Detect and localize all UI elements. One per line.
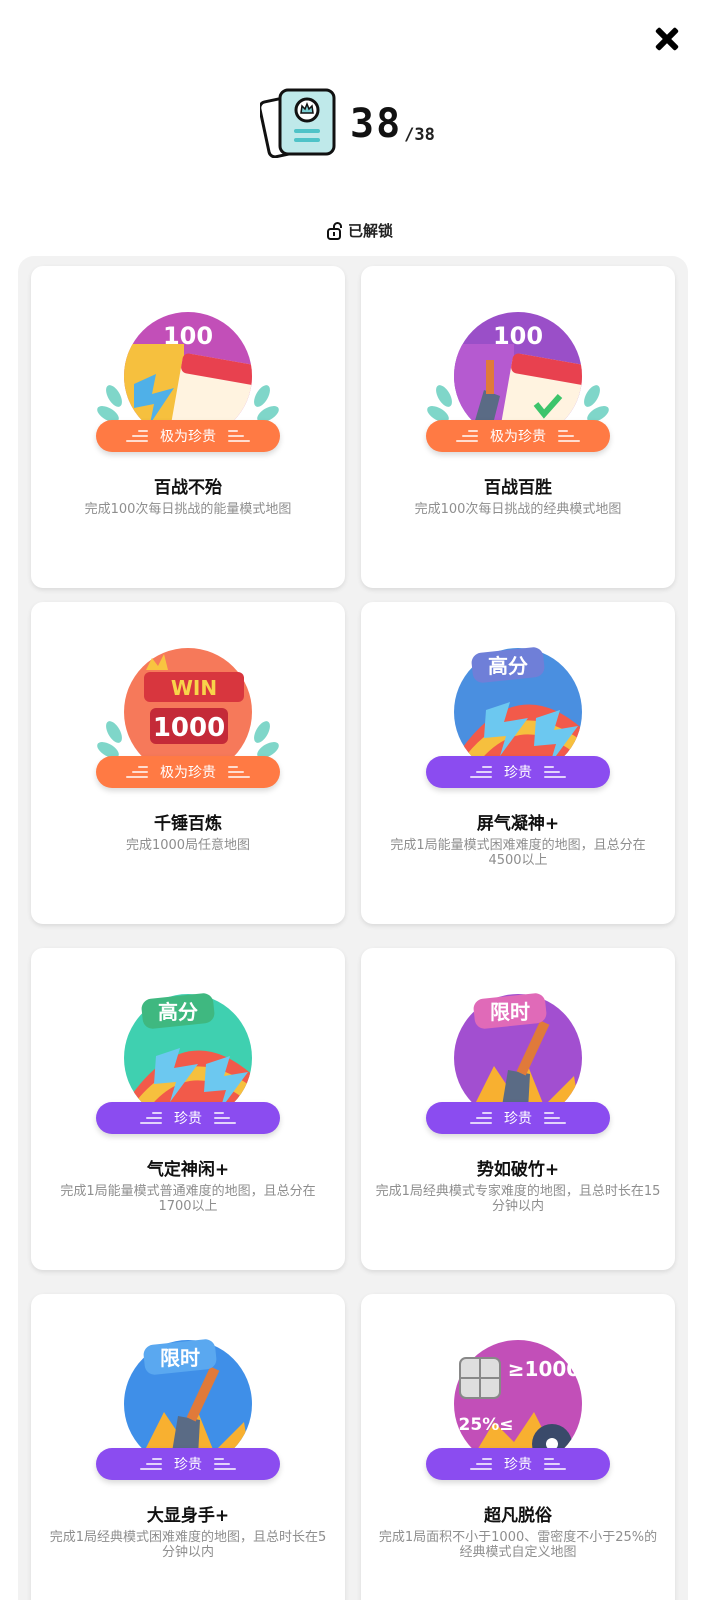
- achievement-card[interactable]: 100 极为珍贵 百战不殆 完成100次每日挑战的能量模式地图: [31, 266, 345, 588]
- calendar-lightning-badge: 100 极为珍贵: [94, 304, 282, 454]
- rarity-label: 极为珍贵: [490, 429, 546, 445]
- svg-text:限时: 限时: [490, 1000, 530, 1024]
- svg-text:≥1000: ≥1000: [508, 1357, 580, 1381]
- win-crown-badge: WIN 1000 极为珍贵: [94, 640, 282, 790]
- rarity-ribbon: 珍贵: [426, 756, 610, 788]
- achievement-title: 气定神闲+: [146, 1160, 230, 1180]
- achievement-counter: 38 /38: [260, 86, 435, 158]
- rarity-label: 极为珍贵: [160, 765, 216, 781]
- achievement-title: 百战不殆: [154, 478, 222, 498]
- svg-text:高分: 高分: [158, 1000, 198, 1024]
- rarity-ribbon: 珍贵: [96, 1448, 280, 1480]
- rarity-label: 珍贵: [504, 1111, 532, 1127]
- achievement-title: 千锤百炼: [154, 814, 222, 834]
- svg-text:25%≤: 25%≤: [459, 1415, 514, 1435]
- achievement-description: 完成100次每日挑战的能量模式地图: [84, 502, 292, 517]
- achievements-panel: 100 极为珍贵 百战不殆 完成100次每日挑战的能量模式地图 100 极为珍贵…: [18, 256, 688, 1600]
- achievement-card[interactable]: 高分 珍贵 屏气凝神+ 完成1局能量模式困难难度的地图，且总分在4500以上: [361, 602, 675, 924]
- svg-text:WIN: WIN: [171, 676, 217, 700]
- high-score-lightning-badge: 高分 珍贵: [424, 640, 612, 790]
- achievement-description: 完成1局面积不小于1000、雷密度不小于25%的经典模式自定义地图: [378, 1530, 658, 1560]
- rarity-ribbon: 珍贵: [96, 1102, 280, 1134]
- svg-text:100: 100: [163, 322, 213, 350]
- achievement-title: 百战百胜: [484, 478, 552, 498]
- rarity-label: 珍贵: [504, 1457, 532, 1473]
- rarity-ribbon: 极为珍贵: [96, 420, 280, 452]
- unlocked-filter[interactable]: 已解锁: [0, 220, 720, 241]
- svg-text:1000: 1000: [153, 713, 225, 743]
- time-limit-shovel-badge: 限时 珍贵: [94, 1332, 282, 1482]
- rarity-label: 极为珍贵: [160, 429, 216, 445]
- svg-text:100: 100: [493, 322, 543, 350]
- achievement-description: 完成1局能量模式困难难度的地图，且总分在4500以上: [390, 838, 646, 868]
- achievement-description: 完成1局经典模式困难难度的地图，且总时长在5分钟以内: [49, 1530, 327, 1560]
- achievement-card[interactable]: 100 极为珍贵 百战百胜 完成100次每日挑战的经典模式地图: [361, 266, 675, 588]
- total-count: /38: [404, 125, 435, 145]
- achievement-card[interactable]: 限时 珍贵 势如破竹+ 完成1局经典模式专家难度的地图，且总时长在15分钟以内: [361, 948, 675, 1270]
- calendar-shovel-badge: 100 极为珍贵: [424, 304, 612, 454]
- achievement-description: 完成1000局任意地图: [125, 838, 251, 853]
- achievement-card[interactable]: 高分 珍贵 气定神闲+ 完成1局能量模式普通难度的地图，且总分在1700以上: [31, 948, 345, 1270]
- rarity-label: 珍贵: [174, 1111, 202, 1127]
- achievement-card[interactable]: WIN 1000 极为珍贵 千锤百炼 完成1000局任意地图: [31, 602, 345, 924]
- rarity-ribbon: 极为珍贵: [426, 420, 610, 452]
- achievement-cards-icon: [260, 88, 336, 158]
- rarity-label: 珍贵: [174, 1457, 202, 1473]
- rarity-label: 珍贵: [504, 765, 532, 781]
- achievement-description: 完成1局经典模式专家难度的地图，且总时长在15分钟以内: [375, 1184, 661, 1214]
- unlocked-label: 已解锁: [347, 222, 393, 240]
- achievement-title: 屏气凝神+: [476, 814, 560, 834]
- svg-text:限时: 限时: [160, 1346, 200, 1370]
- area-mine-badge: ≥1000 25%≤ 珍贵: [424, 1332, 612, 1482]
- unlock-icon: [326, 221, 342, 240]
- achievement-title: 大显身手+: [146, 1506, 230, 1526]
- achievement-description: 完成100次每日挑战的经典模式地图: [414, 502, 622, 517]
- high-score-lightning-badge: 高分 珍贵: [94, 986, 282, 1136]
- close-button[interactable]: [654, 26, 680, 52]
- time-limit-shovel-badge: 限时 珍贵: [424, 986, 612, 1136]
- achievement-title: 势如破竹+: [476, 1160, 560, 1180]
- achievement-description: 完成1局能量模式普通难度的地图，且总分在1700以上: [60, 1184, 316, 1214]
- svg-text:高分: 高分: [488, 654, 528, 678]
- unlocked-count: 38: [350, 101, 403, 147]
- achievement-card[interactable]: 限时 珍贵 大显身手+ 完成1局经典模式困难难度的地图，且总时长在5分钟以内: [31, 1294, 345, 1600]
- rarity-ribbon: 极为珍贵: [96, 756, 280, 788]
- achievement-title: 超凡脱俗: [484, 1506, 552, 1526]
- rarity-ribbon: 珍贵: [426, 1102, 610, 1134]
- rarity-ribbon: 珍贵: [426, 1448, 610, 1480]
- achievement-card[interactable]: ≥1000 25%≤ 珍贵 超凡脱俗 完成1局面积不小于1000、雷密度不小于2…: [361, 1294, 675, 1600]
